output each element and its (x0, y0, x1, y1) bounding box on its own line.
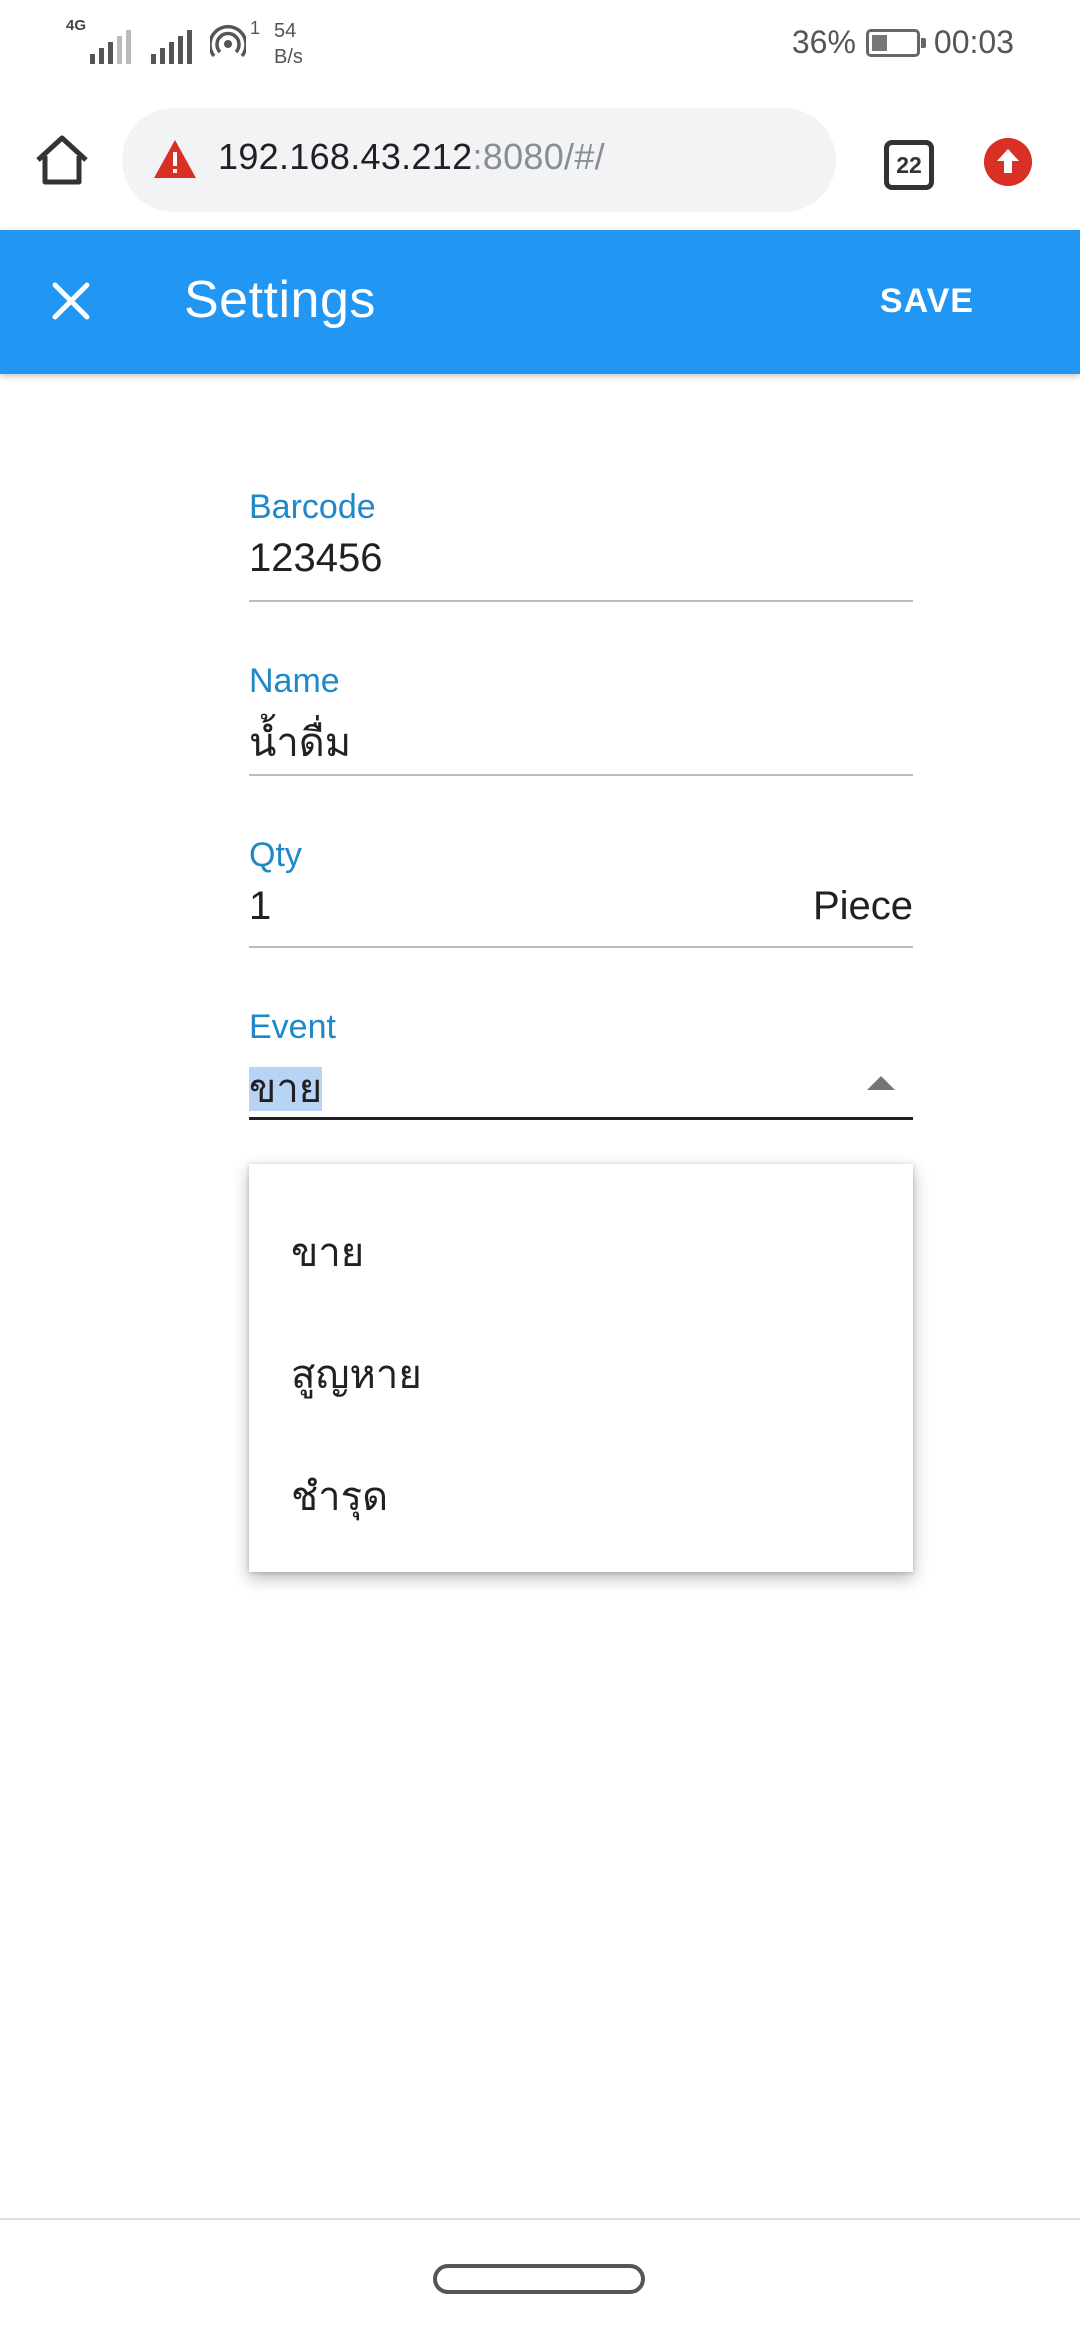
name-label: Name (249, 662, 340, 700)
speed-unit: B/s (274, 46, 303, 68)
event-select[interactable]: Event ขาย (249, 1008, 913, 1120)
qty-input[interactable]: 1 (249, 884, 271, 929)
dropdown-option[interactable]: ขาย (291, 1220, 364, 1284)
save-button[interactable]: SAVE (880, 282, 974, 321)
home-icon[interactable] (30, 128, 94, 192)
signal-icon-2 (151, 24, 192, 64)
warning-triangle-icon[interactable] (152, 138, 198, 180)
event-selected-text: ขาย (249, 1067, 323, 1111)
tab-switcher-button[interactable]: 22 (884, 140, 934, 190)
event-dropdown-menu: ขาย สูญหาย ชำรุด (249, 1164, 913, 1572)
barcode-input[interactable]: 123456 (249, 536, 382, 581)
close-icon[interactable] (46, 276, 96, 326)
clock: 00:03 (933, 24, 1014, 60)
battery-icon (865, 28, 926, 57)
name-input[interactable]: น้ำดื่ม (249, 710, 351, 774)
browser-toolbar: 192.168.43.212:8080/#/ 22 (0, 92, 1080, 230)
network-speed: 54 B/s (274, 18, 303, 70)
name-field[interactable]: Name น้ำดื่ม (249, 662, 913, 776)
qty-label: Qty (249, 836, 302, 874)
battery-percent: 36% (791, 24, 856, 60)
gesture-home-handle[interactable] (433, 2264, 645, 2294)
hotspot-count: 1 (250, 18, 261, 38)
url-host: 192.168.43.212 (218, 136, 473, 177)
url-text[interactable]: 192.168.43.212:8080/#/ (218, 136, 605, 178)
event-value[interactable]: ขาย (249, 1056, 323, 1120)
battery-fill (871, 34, 887, 51)
hotspot-icon (210, 25, 246, 58)
app-bar: Settings SAVE (0, 230, 1080, 374)
page-title: Settings (184, 271, 376, 329)
status-bar: 4G 1 54 B/s 36% 00:03 (0, 0, 1080, 92)
qty-field[interactable]: Qty 1 Piece (249, 836, 913, 948)
dropdown-option[interactable]: สูญหาย (291, 1342, 422, 1406)
status-left: 4G 1 54 B/s (66, 18, 303, 70)
network-type: 4G (66, 17, 87, 34)
dropdown-option[interactable]: ชำรุด (291, 1464, 388, 1528)
address-bar[interactable]: 192.168.43.212:8080/#/ (122, 108, 836, 212)
upload-arrow-icon[interactable] (984, 138, 1032, 186)
barcode-label: Barcode (249, 488, 376, 526)
speed-value: 54 (274, 20, 297, 42)
url-path: :8080/#/ (472, 136, 605, 177)
event-label: Event (249, 1008, 336, 1046)
barcode-field[interactable]: Barcode 123456 (249, 488, 913, 602)
status-right: 36% 00:03 (792, 24, 1014, 61)
signal-icon-1 (90, 24, 131, 64)
caret-up-icon[interactable] (867, 1076, 895, 1090)
nav-divider (0, 2218, 1080, 2220)
qty-unit: Piece (812, 884, 913, 928)
